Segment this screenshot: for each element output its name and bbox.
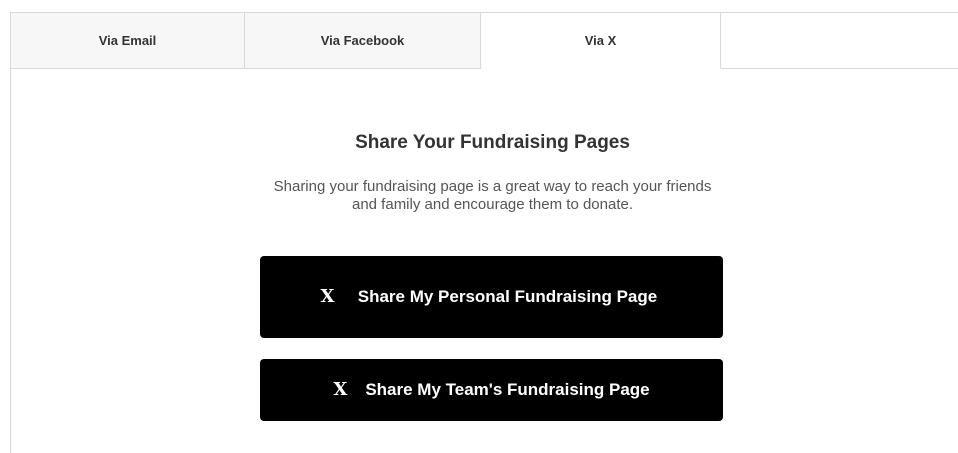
share-tabs: Via Email Via Facebook Via X <box>11 12 958 69</box>
share-team-page-button[interactable]: X Share My Team's Fundraising Page <box>260 359 723 421</box>
tab-content-via-x: Share Your Fundraising Pages Sharing you… <box>11 68 958 453</box>
x-logo-icon: X <box>320 286 335 307</box>
share-personal-page-button[interactable]: X Share My Personal Fundraising Page <box>260 256 723 338</box>
tab-via-x[interactable]: Via X <box>481 13 721 69</box>
page-title: Share Your Fundraising Pages <box>355 132 630 153</box>
tab-via-email[interactable]: Via Email <box>11 13 245 69</box>
share-team-page-label: Share My Team's Fundraising Page <box>365 380 650 399</box>
share-personal-page-label: Share My Personal Fundraising Page <box>357 287 658 306</box>
x-logo-icon: X <box>333 379 348 400</box>
tab-via-facebook[interactable]: Via Facebook <box>245 13 481 69</box>
share-panel: Via Email Via Facebook Via X Share Your … <box>10 12 958 453</box>
share-description: Sharing your fundraising page is a great… <box>273 178 712 213</box>
